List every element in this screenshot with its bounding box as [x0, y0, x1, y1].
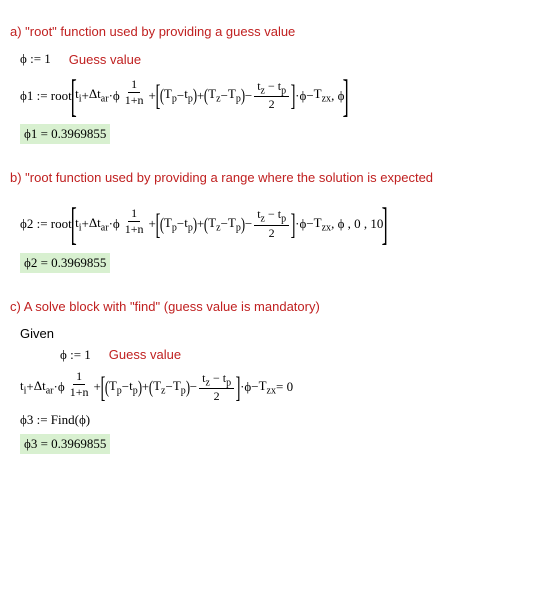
minus-icon: −: [177, 216, 184, 232]
term-tp: tp: [184, 215, 193, 234]
paren-close-icon: ): [186, 377, 190, 398]
eq-c: ti + Δtar · ϕ 11+n + [ ( Tp − tp ) + ( T…: [20, 371, 293, 404]
exponent: 11+n: [120, 206, 149, 237]
minus-icon: −: [122, 379, 129, 395]
plus-icon: +: [81, 216, 88, 232]
term-tp: tp: [129, 378, 138, 397]
result-c: ϕ3 = 0.3969855: [20, 434, 110, 454]
bracket-open-icon: [: [70, 75, 76, 116]
term-Tp: Tp: [109, 378, 122, 397]
paren-open-icon: (: [160, 214, 164, 235]
minus-icon: −: [221, 88, 228, 104]
term-tp: tp: [184, 86, 193, 105]
frac-tztp: tz − tp 2: [254, 79, 289, 112]
bracket-open-icon: [: [70, 203, 76, 244]
phi-icon: ϕ: [299, 216, 306, 232]
paren-close-icon: ): [241, 85, 245, 106]
equals-zero: = 0: [276, 379, 293, 395]
term-Tp2: Tp: [173, 378, 186, 397]
term-Tzx: Tzx: [314, 215, 331, 234]
paren-open-icon: (: [149, 377, 153, 398]
paren-open-icon: (: [204, 214, 208, 235]
result-a: ϕ1 = 0.3969855: [20, 124, 110, 144]
guess-a: ϕ := 1: [20, 51, 51, 67]
phi2-lhs: ϕ2 := root: [20, 216, 72, 232]
arg-range: , ϕ , 0 , 10: [331, 216, 383, 232]
find-call: ϕ3 := Find(ϕ): [20, 412, 90, 428]
paren-close-icon: ): [138, 377, 142, 398]
term-Tzx: Tzx: [259, 378, 276, 397]
eq-a: ϕ1 := root [ ti + Δtar · ϕ 1 1+n + [ ( T…: [20, 75, 348, 116]
guess-a-label: Guess value: [69, 52, 141, 67]
frac-tztp: tz − tp 2: [199, 371, 234, 404]
guess-c: ϕ := 1: [60, 347, 91, 363]
given-label: Given: [20, 326, 54, 341]
minus-icon: −: [245, 88, 252, 104]
term-Tz: Tz: [153, 378, 165, 397]
term-dtar: Δtar: [89, 215, 109, 234]
minus-icon: −: [166, 379, 173, 395]
frac-tztp: tz − tp 2: [254, 207, 289, 240]
term-Tz: Tz: [208, 215, 220, 234]
term-dtar: Δtar: [34, 378, 54, 397]
phi-icon: ϕ: [244, 379, 251, 395]
bracket-close-icon: ]: [291, 211, 296, 238]
guess-c-label: Guess value: [109, 347, 181, 362]
paren-close-icon: ): [193, 85, 197, 106]
section-a-heading: a) "root" function used by providing a g…: [10, 24, 535, 39]
phi1-lhs: ϕ1 := root: [20, 88, 72, 104]
paren-open-icon: (: [204, 85, 208, 106]
term-dtar: Δtar: [89, 86, 109, 105]
term-Tp: Tp: [164, 86, 177, 105]
phi-icon: ϕ: [58, 379, 65, 395]
exponent: 11+n: [65, 369, 94, 400]
paren-open-icon: (: [105, 377, 109, 398]
minus-icon: −: [245, 216, 252, 232]
term-Tp2: Tp: [228, 86, 241, 105]
plus-icon: +: [81, 88, 88, 104]
phi-icon: ϕ: [113, 88, 120, 104]
bracket-close-icon: ]: [236, 374, 241, 401]
phi-icon: ϕ: [113, 216, 120, 232]
bracket-close-icon: ]: [291, 82, 296, 109]
paren-open-icon: (: [160, 85, 164, 106]
term-Tzx: Tzx: [314, 86, 331, 105]
term-Tp2: Tp: [228, 215, 241, 234]
minus-icon: −: [190, 379, 197, 395]
exponent: 1 1+n: [120, 77, 149, 108]
result-b: ϕ2 = 0.3969855: [20, 253, 110, 273]
paren-close-icon: ): [193, 214, 197, 235]
eq-b: ϕ2 := root [ ti + Δtar · ϕ 11+n + [ ( Tp…: [20, 203, 387, 244]
bracket-close-icon: ]: [343, 75, 349, 116]
section-b-heading: b) "root function used by providing a ra…: [10, 170, 535, 185]
term-Tp: Tp: [164, 215, 177, 234]
section-c-heading: c) A solve block with "find" (guess valu…: [10, 299, 535, 314]
plus-icon: +: [26, 379, 33, 395]
term-Tz: Tz: [208, 86, 220, 105]
minus-icon: −: [221, 216, 228, 232]
minus-icon: −: [306, 88, 313, 104]
minus-icon: −: [306, 216, 313, 232]
bracket-close-icon: ]: [382, 203, 388, 244]
paren-close-icon: ): [241, 214, 245, 235]
minus-icon: −: [251, 379, 258, 395]
phi-icon: ϕ: [299, 88, 306, 104]
minus-icon: −: [177, 88, 184, 104]
